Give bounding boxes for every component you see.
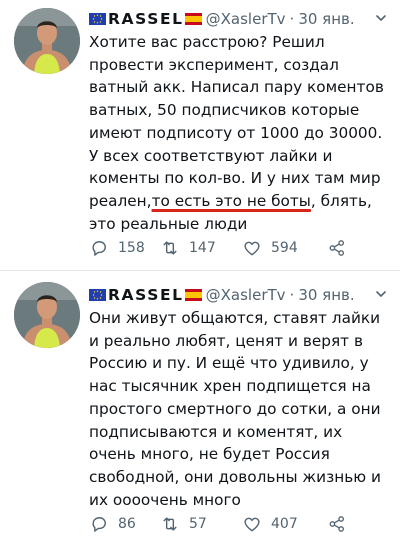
retweet-count: 147: [189, 240, 216, 256]
like-icon: [244, 517, 260, 532]
tweet-header: RASSEL @XaslerTv · 30 янв.: [89, 8, 355, 30]
separator-dot: ·: [289, 10, 295, 28]
tweet-date[interactable]: 30 янв.: [298, 10, 354, 28]
reply-icon: [92, 241, 106, 256]
tweet-text: Хотите вас расстрою? Решил провести эксп…: [89, 31, 389, 235]
author-name[interactable]: RASSEL: [108, 10, 184, 28]
like-icon: [244, 241, 260, 256]
underlined-text: то есть это не боты: [151, 191, 311, 210]
avatar-photo: [14, 282, 80, 348]
share-button[interactable]: [327, 514, 347, 538]
separator-dot: ·: [289, 286, 295, 304]
reply-count: 158: [118, 240, 145, 256]
spain-flag-icon: [184, 13, 202, 25]
share-icon: [329, 516, 344, 532]
like-count: 407: [271, 516, 298, 532]
author-handle[interactable]: @XaslerTv: [206, 286, 286, 304]
eu-flag-icon: [89, 13, 106, 25]
tweet-actions: 158 147 594: [89, 238, 389, 258]
share-icon: [329, 240, 344, 256]
like-count: 594: [271, 240, 298, 256]
reply-button[interactable]: 158: [89, 238, 145, 258]
avatar[interactable]: [14, 8, 80, 74]
like-button[interactable]: 407: [242, 514, 298, 534]
retweet-icon: [163, 517, 177, 531]
spain-flag-icon: [184, 289, 202, 301]
retweet-count: 57: [189, 516, 207, 532]
tweet-1: RASSEL @XaslerTv · 30 янв. Хотите вас ра…: [0, 0, 400, 270]
retweet-button[interactable]: 57: [160, 514, 207, 534]
retweet-icon: [163, 241, 177, 255]
reply-count: 86: [118, 516, 136, 532]
tweet-date[interactable]: 30 янв.: [298, 286, 354, 304]
more-caret-icon[interactable]: [374, 11, 388, 25]
share-button[interactable]: [327, 238, 347, 262]
reply-button[interactable]: 86: [89, 514, 136, 534]
tweet-text-part: Хотите вас расстрою? Решил провести эксп…: [89, 33, 384, 210]
tweet-actions: 86 57 407: [89, 514, 389, 534]
retweet-button[interactable]: 147: [160, 238, 216, 258]
reply-icon: [92, 517, 106, 532]
more-caret-icon[interactable]: [374, 287, 388, 301]
tweet-text: Они живут общаются, ставят лайки и реаль…: [89, 309, 381, 509]
avatar-photo: [14, 8, 80, 74]
author-handle[interactable]: @XaslerTv: [206, 10, 286, 28]
tweet-header: RASSEL @XaslerTv · 30 янв.: [89, 284, 355, 306]
eu-flag-icon: [89, 289, 106, 301]
tweet-2: RASSEL @XaslerTv · 30 янв. Они живут общ…: [0, 271, 400, 538]
avatar[interactable]: [14, 282, 80, 348]
author-name[interactable]: RASSEL: [108, 286, 184, 304]
like-button[interactable]: 594: [242, 238, 298, 258]
